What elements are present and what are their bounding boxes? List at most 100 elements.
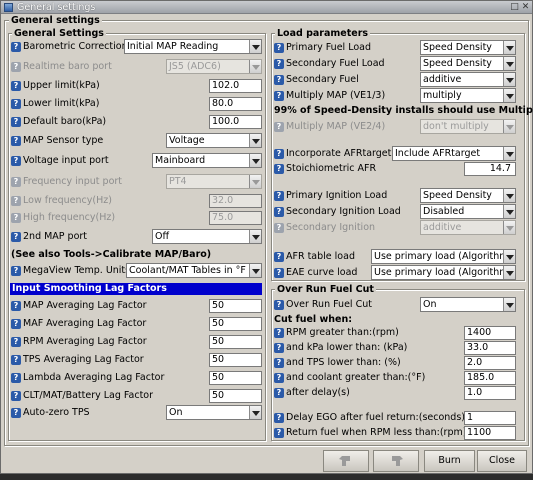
incorporate-afr-select[interactable]: Include AFRtarget bbox=[392, 146, 516, 161]
help-icon[interactable]: ? bbox=[274, 223, 284, 233]
help-icon[interactable]: ? bbox=[11, 391, 21, 401]
voltage-input-port-select[interactable]: Mainboard bbox=[152, 153, 262, 168]
high-frequency-row: ? High frequency(Hz) bbox=[11, 211, 115, 225]
help-icon[interactable]: ? bbox=[274, 358, 284, 368]
undo-button[interactable] bbox=[323, 450, 369, 472]
help-icon[interactable]: ? bbox=[11, 42, 21, 52]
restore-icon[interactable]: □ bbox=[509, 2, 520, 12]
overrun-fuel-cut-select[interactable]: On bbox=[420, 297, 516, 312]
help-icon[interactable]: ? bbox=[11, 355, 21, 365]
lambda-lag-input[interactable]: 50 bbox=[209, 371, 262, 385]
afr-table-load-select[interactable]: Use primary load (Algorithm) bbox=[371, 249, 516, 264]
app-icon bbox=[4, 3, 13, 12]
tps-lag-input[interactable]: 50 bbox=[209, 353, 262, 367]
tps-lower-input[interactable]: 2.0 bbox=[464, 356, 516, 370]
map-lag-input[interactable]: 50 bbox=[209, 299, 262, 313]
secondary-fuel-label: Secondary Fuel bbox=[286, 74, 359, 85]
help-icon[interactable]: ? bbox=[11, 62, 21, 72]
baro-correction-select[interactable]: Initial MAP Reading bbox=[124, 39, 262, 54]
help-icon[interactable]: ? bbox=[11, 136, 21, 146]
chevron-down-icon bbox=[503, 147, 515, 160]
help-icon[interactable]: ? bbox=[274, 207, 284, 217]
multiply-map-ve13-select[interactable]: multiply bbox=[420, 88, 516, 103]
help-icon[interactable]: ? bbox=[274, 43, 284, 53]
low-frequency-input[interactable]: 32.0 bbox=[209, 194, 262, 208]
help-icon[interactable]: ? bbox=[274, 164, 284, 174]
close-window-icon[interactable]: ✕ bbox=[520, 2, 531, 12]
secondary-ignition-select[interactable]: additive bbox=[420, 220, 516, 235]
rpm-greater-input[interactable]: 1400 bbox=[464, 326, 516, 340]
stoich-afr-input[interactable]: 14.7 bbox=[464, 162, 516, 176]
frequency-input-port-select[interactable]: PT4 bbox=[166, 174, 262, 189]
help-icon[interactable]: ? bbox=[11, 81, 21, 91]
kpa-lower-input[interactable]: 33.0 bbox=[464, 341, 516, 355]
help-icon[interactable]: ? bbox=[11, 319, 21, 329]
help-icon[interactable]: ? bbox=[274, 252, 284, 262]
help-icon[interactable]: ? bbox=[11, 232, 21, 242]
help-icon[interactable]: ? bbox=[11, 408, 21, 418]
help-icon[interactable]: ? bbox=[274, 122, 284, 132]
help-icon[interactable]: ? bbox=[274, 59, 284, 69]
help-icon[interactable]: ? bbox=[274, 373, 284, 383]
help-icon[interactable]: ? bbox=[11, 196, 21, 206]
help-icon[interactable]: ? bbox=[274, 388, 284, 398]
multiply-map-ve13-row: ? Multiply MAP (VE1/3) bbox=[274, 89, 385, 103]
clt-mat-battery-lag-input[interactable]: 50 bbox=[209, 389, 262, 403]
map-sensor-type-row: ? MAP Sensor type bbox=[11, 134, 103, 148]
help-icon[interactable]: ? bbox=[11, 266, 21, 276]
help-icon[interactable]: ? bbox=[274, 75, 284, 85]
auto-zero-tps-select[interactable]: On bbox=[166, 405, 262, 420]
secondary-fuel-select[interactable]: additive bbox=[420, 72, 516, 87]
realtime-baro-port-select[interactable]: JS5 (ADC6) bbox=[166, 59, 262, 74]
chevron-down-icon bbox=[503, 120, 515, 133]
chevron-down-icon bbox=[503, 73, 515, 86]
multiply-map-ve24-select[interactable]: don't multiply bbox=[420, 119, 516, 134]
high-frequency-input[interactable]: 75.0 bbox=[209, 211, 262, 225]
secondary-fuel-load-select[interactable]: Speed Density bbox=[420, 56, 516, 71]
default-baro-input[interactable]: 100.0 bbox=[209, 115, 262, 129]
burn-button[interactable]: Burn bbox=[424, 450, 475, 472]
help-icon[interactable]: ? bbox=[274, 328, 284, 338]
redo-button[interactable] bbox=[373, 450, 419, 472]
megaview-temp-units-select[interactable]: Coolant/MAT Tables in °F bbox=[126, 263, 262, 278]
primary-ign-load-select[interactable]: Speed Density bbox=[420, 188, 516, 203]
secondary-ign-load-select[interactable]: Disabled bbox=[420, 204, 516, 219]
chevron-down-icon bbox=[503, 298, 515, 311]
upper-limit-input[interactable]: 102.0 bbox=[209, 79, 262, 93]
map-sensor-type-select[interactable]: Voltage bbox=[166, 133, 262, 148]
title-bar: General settings □ ✕ bbox=[1, 1, 532, 14]
delay-ego-input[interactable]: 1 bbox=[464, 411, 516, 425]
lower-limit-input[interactable]: 80.0 bbox=[209, 97, 262, 111]
maf-lag-input[interactable]: 50 bbox=[209, 317, 262, 331]
outer-group-title: General settings bbox=[9, 15, 102, 26]
realtime-baro-port-row: ? Realtime baro port bbox=[11, 60, 112, 74]
chevron-down-icon bbox=[503, 221, 515, 234]
return-fuel-input[interactable]: 1100 bbox=[464, 426, 516, 440]
help-icon[interactable]: ? bbox=[274, 428, 284, 438]
eae-curve-load-select[interactable]: Use primary load (Algorithm) bbox=[371, 265, 516, 280]
close-button[interactable]: Close bbox=[477, 450, 527, 472]
help-icon[interactable]: ? bbox=[274, 191, 284, 201]
lag-factor-label: Lambda Averaging Lag Factor bbox=[23, 372, 165, 383]
help-icon[interactable]: ? bbox=[274, 300, 284, 310]
help-icon[interactable]: ? bbox=[11, 213, 21, 223]
help-icon[interactable]: ? bbox=[274, 268, 284, 278]
help-icon[interactable]: ? bbox=[274, 91, 284, 101]
delay-ego-label: Delay EGO after fuel return:(seconds) bbox=[286, 412, 465, 423]
help-icon[interactable]: ? bbox=[11, 156, 21, 166]
help-icon[interactable]: ? bbox=[11, 117, 21, 127]
help-icon[interactable]: ? bbox=[274, 413, 284, 423]
lag-factor-label: RPM Averaging Lag Factor bbox=[23, 336, 147, 347]
second-map-port-select[interactable]: Off bbox=[152, 229, 262, 244]
help-icon[interactable]: ? bbox=[11, 373, 21, 383]
help-icon[interactable]: ? bbox=[274, 149, 284, 159]
help-icon[interactable]: ? bbox=[11, 337, 21, 347]
help-icon[interactable]: ? bbox=[11, 177, 21, 187]
coolant-greater-input[interactable]: 185.0 bbox=[464, 371, 516, 385]
help-icon[interactable]: ? bbox=[274, 343, 284, 353]
help-icon[interactable]: ? bbox=[11, 301, 21, 311]
help-icon[interactable]: ? bbox=[11, 99, 21, 109]
primary-fuel-load-select[interactable]: Speed Density bbox=[420, 40, 516, 55]
rpm-lag-input[interactable]: 50 bbox=[209, 335, 262, 349]
after-delay-input[interactable]: 1.0 bbox=[464, 386, 516, 400]
